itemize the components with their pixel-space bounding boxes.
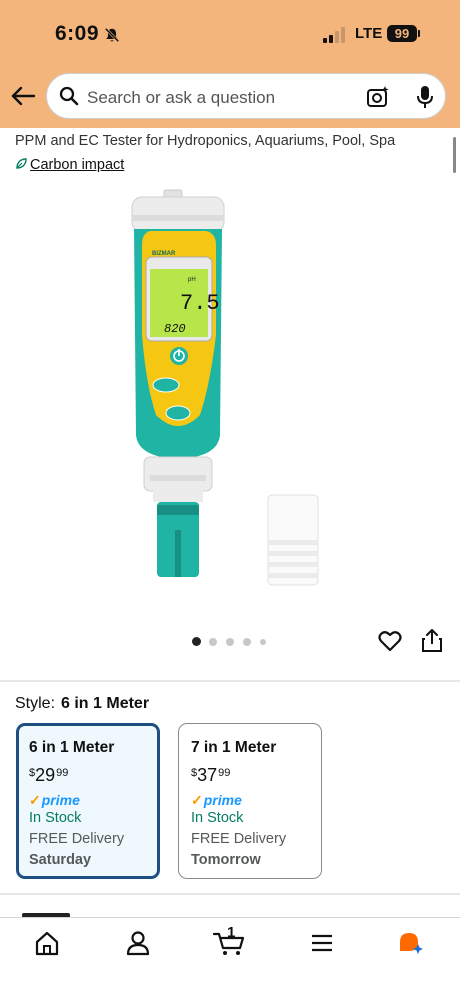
network-type: LTE [355, 25, 383, 42]
signal-icon [323, 27, 347, 43]
option-price: $3799 [191, 765, 231, 785]
account-icon[interactable] [123, 928, 153, 958]
stock-status: In Stock [29, 810, 82, 826]
bell-slash-icon [104, 27, 120, 43]
delivery-day: Saturday [29, 852, 92, 868]
pager-dot[interactable] [209, 638, 217, 646]
battery-cap [418, 30, 420, 37]
delivery-text: FREE Delivery [29, 831, 125, 847]
option-name: 7 in 1 Meter [191, 739, 277, 756]
rufus-assistant-icon[interactable] [396, 928, 426, 958]
device-ph-label: pH [188, 277, 196, 283]
carbon-impact-label[interactable]: Carbon impact [30, 157, 124, 173]
menu-icon[interactable] [307, 928, 337, 958]
cart-count: 1 [227, 924, 236, 941]
bottom-nav: 1 [0, 917, 460, 1001]
style-option-6-in-1[interactable]: 6 in 1 Meter $2999 ✓prime In Stock FREE … [16, 723, 160, 879]
search-bar[interactable]: Search or ask a question [46, 73, 446, 119]
prime-badge: ✓prime [29, 792, 80, 808]
search-icon [59, 86, 79, 106]
back-arrow-icon[interactable] [10, 85, 36, 107]
pager-dot[interactable] [243, 638, 251, 646]
top-header: 6:09 LTE 99 Search or ask a question [0, 0, 460, 128]
delivery-text: FREE Delivery [191, 831, 287, 847]
option-name: 6 in 1 Meter [29, 739, 115, 756]
option-price: $2999 [29, 765, 69, 785]
device-ph-value: 7.5 [180, 291, 220, 316]
pager-dot[interactable] [260, 639, 266, 645]
divider [0, 680, 460, 682]
style-option-7-in-1[interactable]: 7 in 1 Meter $3799 ✓prime In Stock FREE … [178, 723, 322, 879]
carbon-impact-link[interactable]: Carbon impact [15, 157, 124, 173]
pager-dot[interactable] [226, 638, 234, 646]
prime-badge: ✓prime [191, 792, 242, 808]
product-title[interactable]: PPM and EC Tester for Hydroponics, Aquar… [15, 133, 395, 149]
pager-dot-active[interactable] [192, 637, 201, 646]
share-icon[interactable] [421, 629, 443, 653]
style-selected-value: 6 in 1 Meter [61, 695, 150, 712]
device-brand: BIZMAR [152, 251, 176, 257]
battery-level: 99 [387, 25, 417, 42]
delivery-day: Tomorrow [191, 852, 261, 868]
style-label: Style: 6 in 1 Meter [15, 695, 149, 713]
device-ec-value: 820 [164, 322, 186, 336]
camera-icon[interactable] [366, 85, 390, 109]
scrollbar[interactable] [453, 137, 456, 173]
leaf-icon [16, 158, 27, 169]
home-icon[interactable] [32, 928, 62, 958]
microphone-icon[interactable] [415, 85, 435, 109]
cart-button[interactable]: 1 [212, 924, 248, 958]
heart-icon[interactable] [378, 630, 402, 652]
search-placeholder[interactable]: Search or ask a question [87, 88, 275, 108]
stock-status: In Stock [191, 810, 244, 826]
status-time: 6:09 [55, 22, 100, 45]
divider [0, 893, 460, 895]
product-image[interactable]: BIZMAR pH 7.5 820 [120, 185, 360, 595]
style-label-text: Style: [15, 695, 56, 712]
